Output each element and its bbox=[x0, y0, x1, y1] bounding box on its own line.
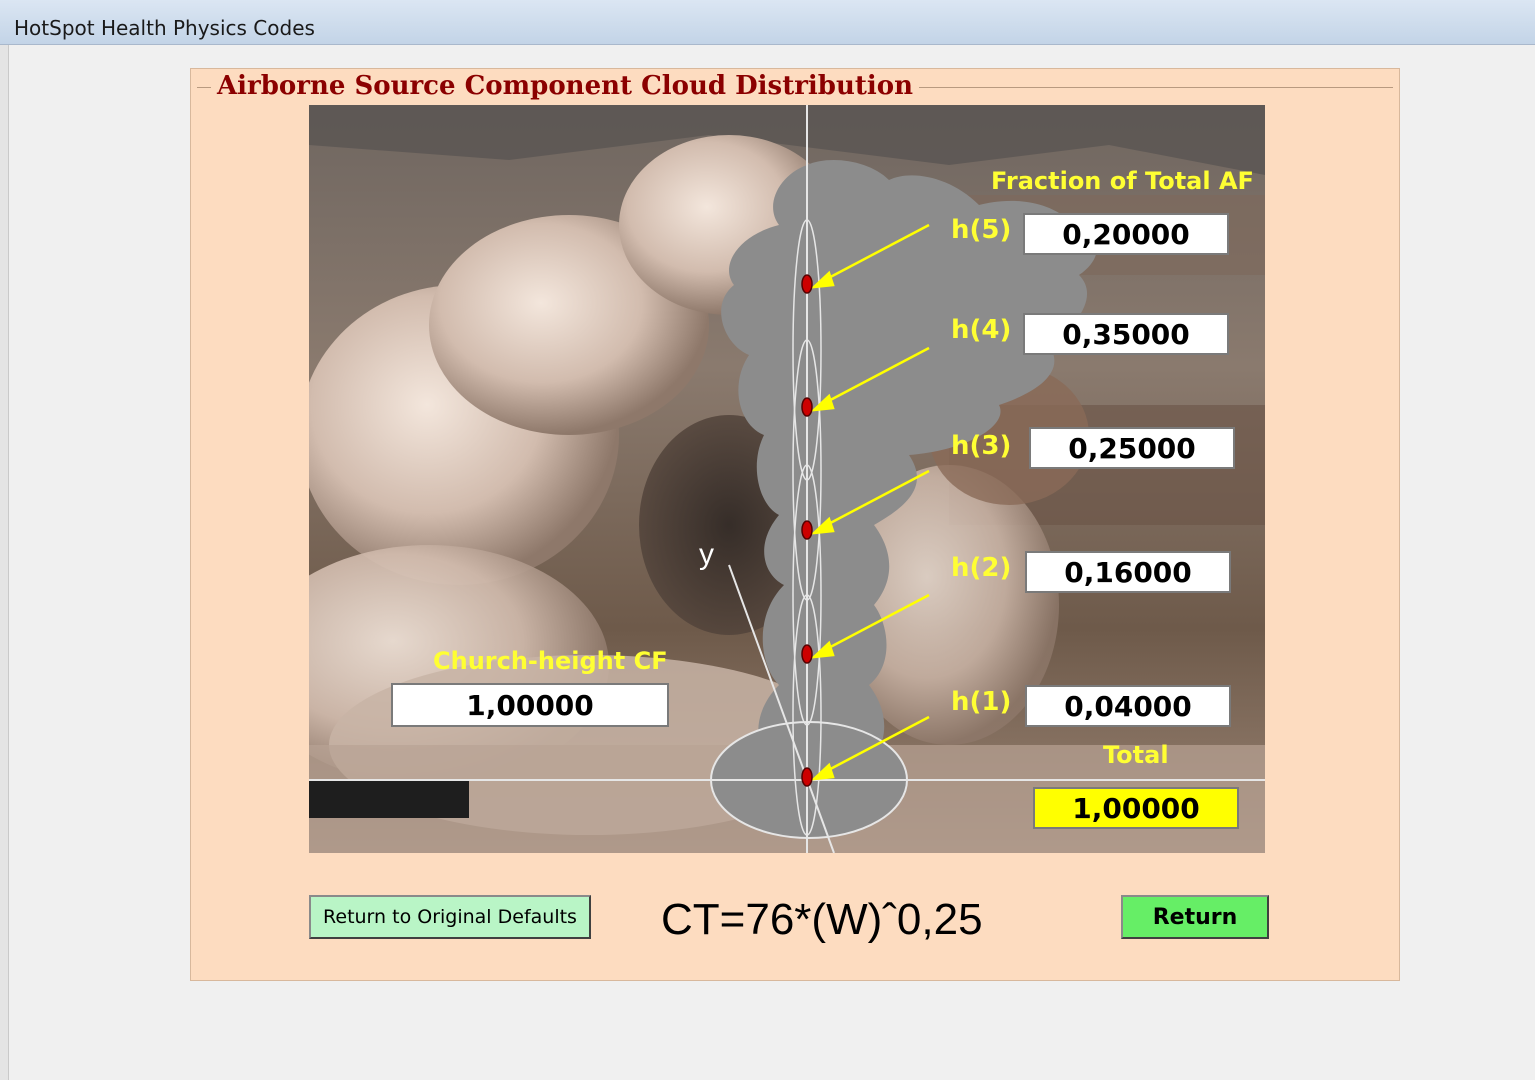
church-height-input[interactable] bbox=[391, 683, 669, 727]
h4-fraction-input[interactable] bbox=[1023, 313, 1229, 355]
return-to-defaults-button[interactable]: Return to Original Defaults bbox=[309, 895, 591, 939]
total-fraction-field bbox=[1033, 787, 1239, 829]
title-bar: HotSpot Health Physics Codes bbox=[0, 0, 1535, 45]
h5-fraction-input[interactable] bbox=[1023, 213, 1229, 255]
window-left-edge bbox=[0, 45, 9, 1080]
h4-label: h(4) bbox=[951, 315, 1012, 345]
panel-title: Airborne Source Component Cloud Distribu… bbox=[211, 71, 919, 101]
h2-label: h(2) bbox=[951, 553, 1012, 583]
h3-label: h(3) bbox=[951, 431, 1012, 461]
y-axis-label: y bbox=[699, 538, 714, 571]
cloud-distribution-panel: Airborne Source Component Cloud Distribu… bbox=[190, 68, 1400, 981]
h5-label: h(5) bbox=[951, 215, 1012, 245]
church-height-label: Church-height CF bbox=[433, 647, 668, 675]
h1-label: h(1) bbox=[951, 687, 1012, 717]
h3-fraction-input[interactable] bbox=[1029, 427, 1235, 469]
total-label: Total bbox=[1103, 741, 1169, 769]
cloud-scene: y Fraction of Total AF h(5) h(4) h(3) h(… bbox=[309, 105, 1265, 853]
dark-strip bbox=[309, 780, 469, 818]
return-button[interactable]: Return bbox=[1121, 895, 1269, 939]
h1-fraction-input[interactable] bbox=[1025, 685, 1231, 727]
h2-fraction-input[interactable] bbox=[1025, 551, 1231, 593]
fraction-label: Fraction of Total AF bbox=[991, 167, 1254, 195]
window-title: HotSpot Health Physics Codes bbox=[14, 16, 315, 40]
formula-text: CT=76*(W)ˆ0,25 bbox=[661, 895, 983, 944]
